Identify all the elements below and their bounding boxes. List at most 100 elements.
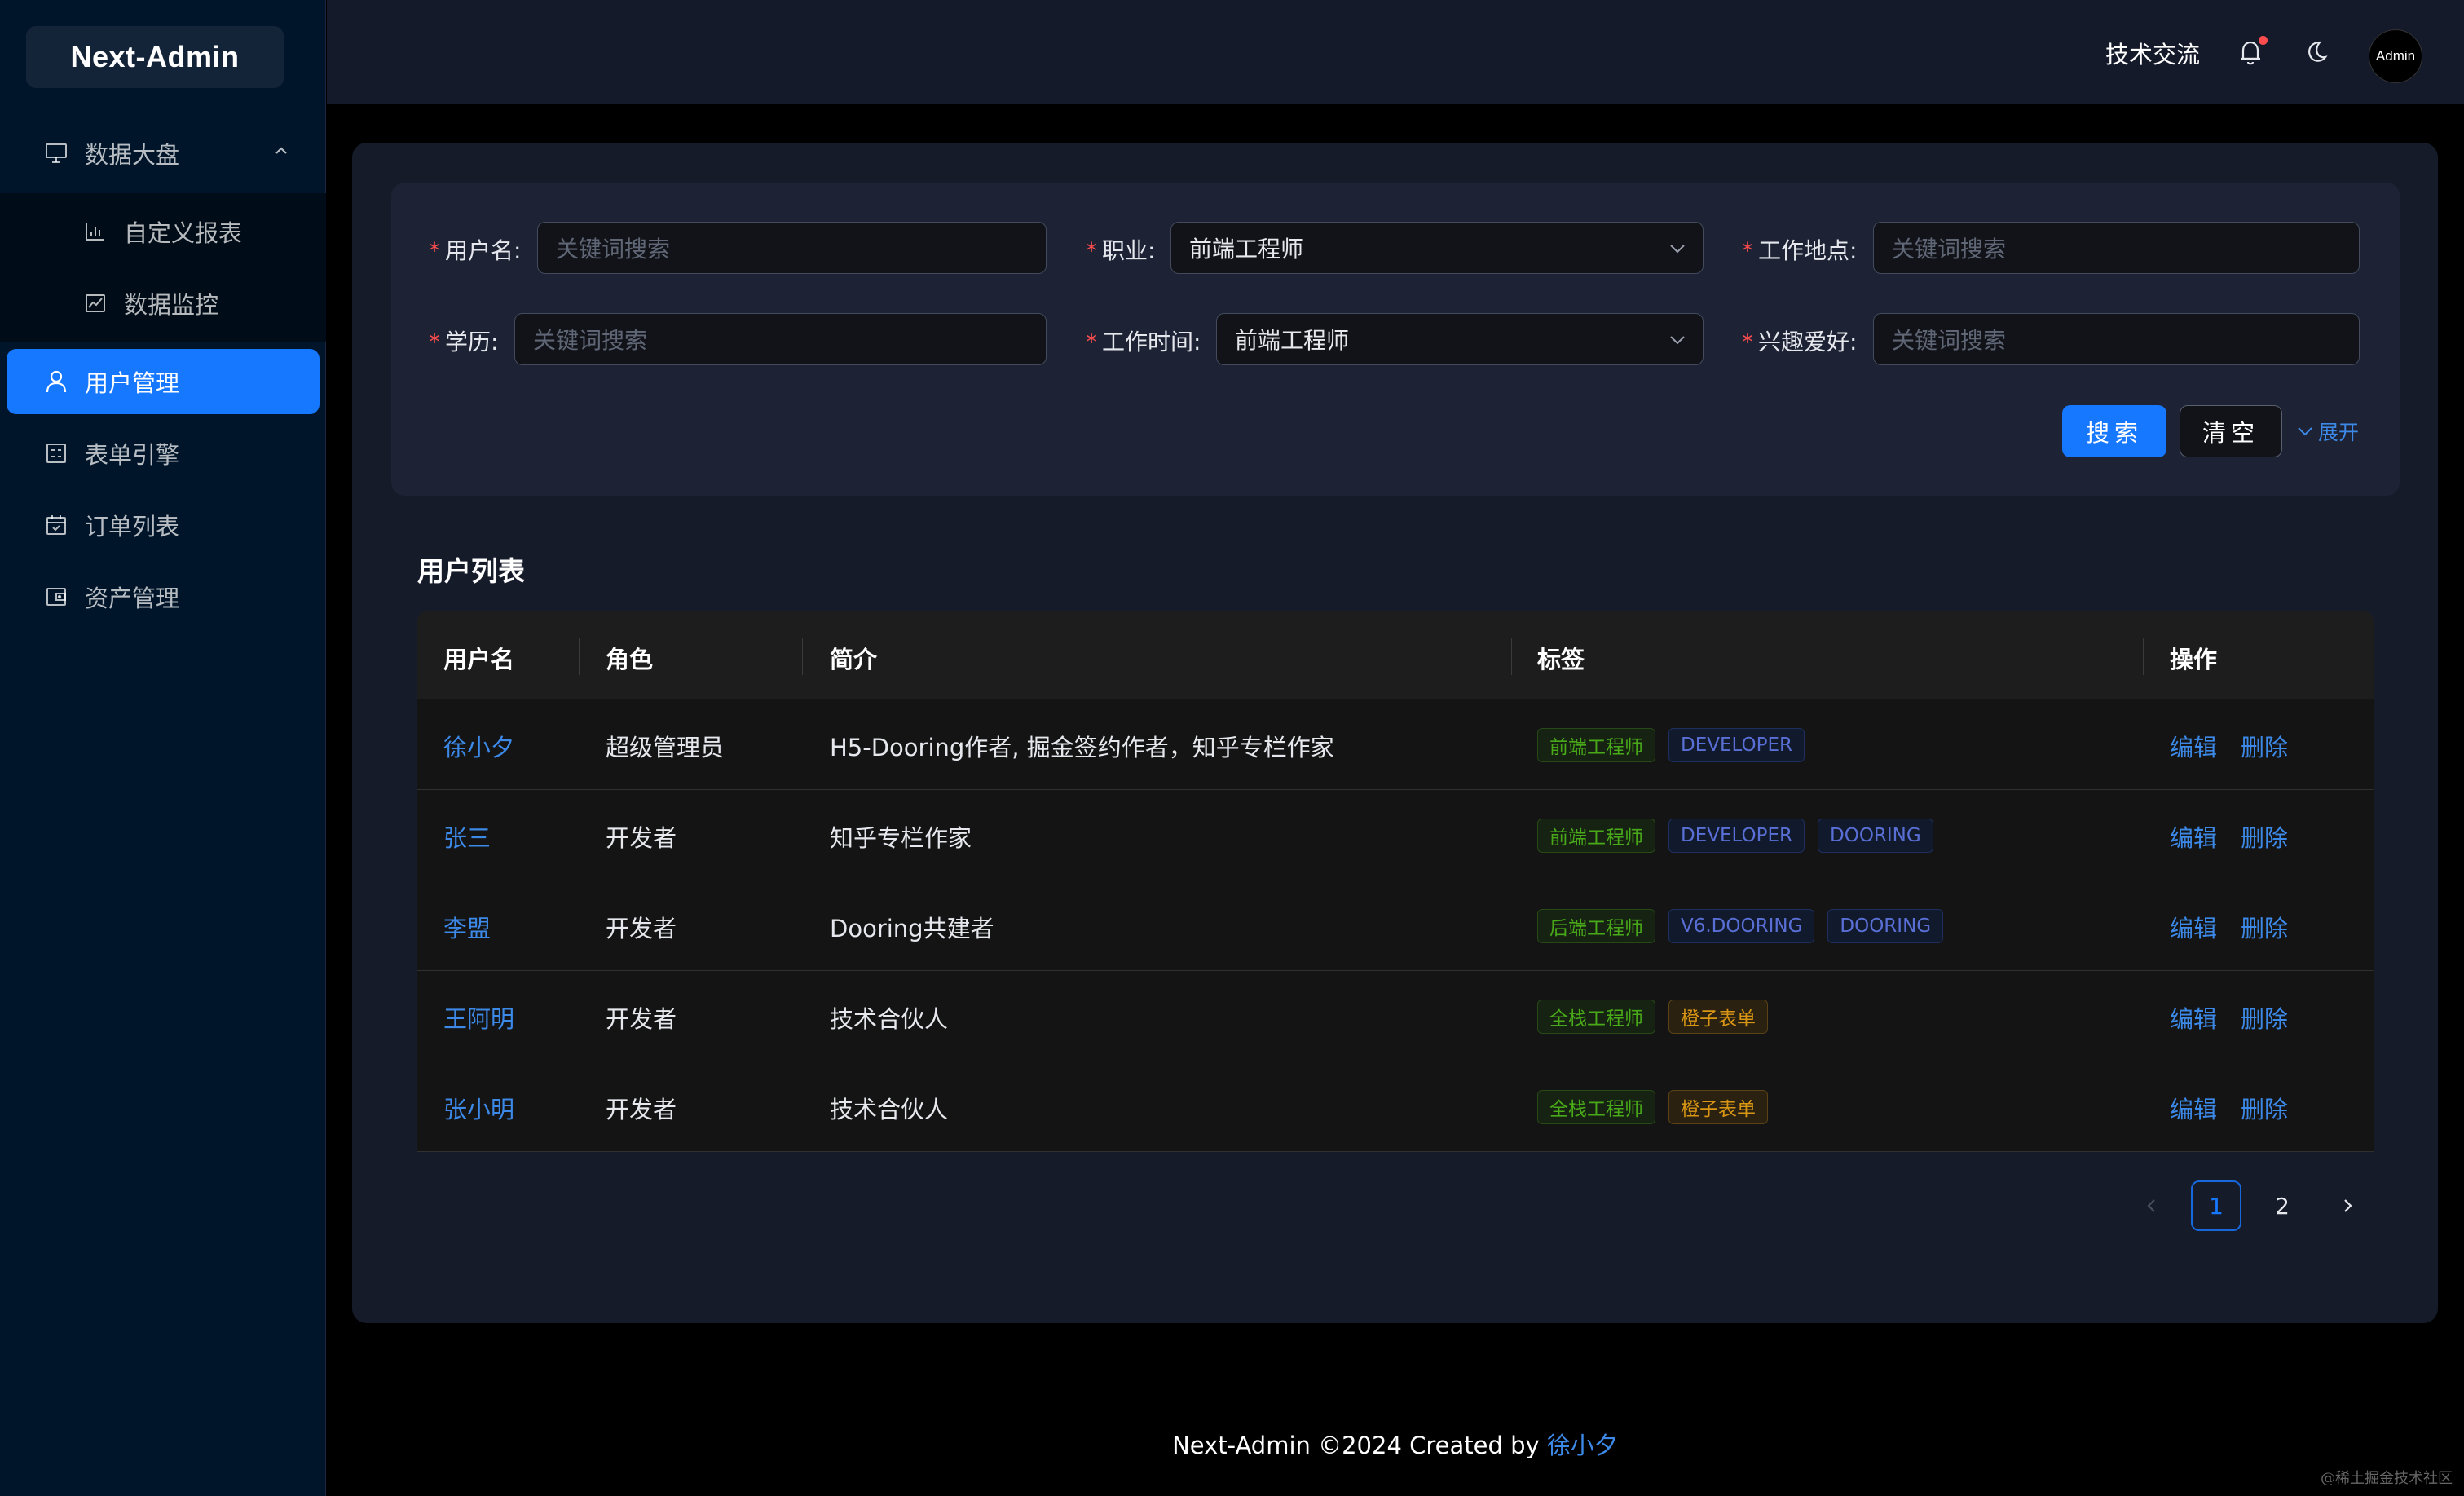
table-row: 张三 开发者 知乎专栏作家 前端工程师 DEVELOPER DOORING 编辑 删除 (417, 790, 2374, 880)
hobby-input[interactable]: 关键词搜索 (1873, 313, 2360, 365)
sidebar-item-label: 数据大盘 (85, 141, 180, 169)
edit-link[interactable]: 编辑 (2170, 729, 2217, 763)
footer: Next-Admin ©2024 Created by 徐小夕 (0, 1427, 2464, 1461)
education-input[interactable]: 关键词搜索 (514, 313, 1047, 365)
delete-link[interactable]: 删除 (2241, 819, 2288, 854)
delete-link[interactable]: 删除 (2241, 1000, 2288, 1035)
education-label: * 学历: (429, 329, 499, 355)
intro-cell: Dooring共建者 (830, 915, 994, 942)
user-icon (44, 369, 68, 394)
delete-link[interactable]: 删除 (2241, 1091, 2288, 1125)
watermark: @稀土掘金技术社区 (2321, 1470, 2453, 1487)
clear-button[interactable]: 清空 (2180, 405, 2282, 457)
table-row: 李盟 开发者 Dooring共建者 后端工程师 V6.DOORING DOORING 编辑删… (417, 880, 2374, 971)
sidebar-item-dashboard[interactable]: 数据大盘 (0, 121, 326, 186)
sidebar-item-label: 订单列表 (85, 513, 180, 541)
app-logo[interactable]: Next-Admin (26, 26, 284, 88)
work-time-label: * 工作时间: (1086, 329, 1201, 355)
line-chart-icon (83, 291, 108, 316)
tag-list: 前端工程师 DEVELOPER (1537, 728, 1805, 762)
delete-link[interactable]: 删除 (2241, 729, 2288, 763)
table-header: 用户名 角色 简介 标签 操作 (417, 611, 2374, 699)
search-button[interactable]: 搜索 (2062, 405, 2166, 457)
sidebar-item-monitor[interactable]: 数据监控 (0, 271, 326, 336)
job-label: * 职业: (1086, 237, 1156, 264)
sidebar-item-users[interactable]: 用户管理 (7, 349, 320, 414)
tag-list: 全栈工程师 橙子表单 (1537, 1000, 1768, 1034)
tag: 全栈工程师 (1537, 1090, 1655, 1124)
tag: 后端工程师 (1537, 909, 1655, 943)
intro-cell: 技术合伙人 (830, 1096, 949, 1123)
delete-link[interactable]: 删除 (2241, 910, 2288, 944)
sidebar-item-orders[interactable]: 订单列表 (0, 492, 326, 558)
table-row: 徐小夕 超级管理员 H5-Dooring作者, 掘金签约作者，知乎专栏作家 前端工程师… (417, 699, 2374, 790)
location-input[interactable]: 关键词搜索 (1873, 222, 2360, 274)
sidebar-item-label: 表单引擎 (85, 441, 180, 469)
sidebar-item-custom-report[interactable]: 自定义报表 (0, 199, 326, 264)
tag: 前端工程师 (1537, 819, 1655, 853)
tag: 橙子表单 (1668, 1000, 1768, 1034)
calendar-icon (44, 513, 68, 537)
edit-link[interactable]: 编辑 (2170, 1091, 2217, 1125)
col-divider (2143, 638, 2144, 675)
username-label: * 用户名: (429, 237, 522, 264)
col-intro: 简介 (830, 646, 878, 673)
sidebar-item-form-engine[interactable]: 表单引擎 (0, 421, 326, 486)
moon-icon[interactable] (2303, 39, 2328, 65)
avatar[interactable]: Admin (2369, 29, 2422, 83)
tag: 橙子表单 (1668, 1090, 1768, 1124)
expand-toggle[interactable]: 展开 (2297, 417, 2359, 446)
role-cell: 开发者 (606, 824, 677, 852)
edit-link[interactable]: 编辑 (2170, 1000, 2217, 1035)
chevron-down-icon (1668, 241, 1686, 257)
role-cell: 开发者 (606, 1005, 677, 1033)
tag: V6.DOORING (1668, 909, 1815, 943)
role-cell: 开发者 (606, 1096, 677, 1123)
prev-page-button[interactable] (2127, 1180, 2177, 1231)
tag: DOORING (1827, 909, 1944, 943)
edit-link[interactable]: 编辑 (2170, 910, 2217, 944)
work-time-select[interactable]: 前端工程师 (1216, 313, 1704, 365)
username-input[interactable]: 关键词搜索 (537, 222, 1047, 274)
tag: DOORING (1818, 819, 1933, 853)
footer-text: Next-Admin ©2024 Created by (1172, 1432, 1547, 1459)
intro-cell: 知乎专栏作家 (830, 824, 972, 852)
user-name-link[interactable]: 徐小夕 (443, 729, 514, 763)
sidebar-item-assets[interactable]: 资产管理 (0, 564, 326, 629)
tag-list: 后端工程师 V6.DOORING DOORING (1537, 909, 1944, 943)
footer-author-link[interactable]: 徐小夕 (1547, 1432, 1618, 1459)
user-name-link[interactable]: 张三 (443, 819, 491, 854)
job-select-value: 前端工程师 (1189, 236, 1304, 263)
chevron-down-icon (2297, 425, 2313, 438)
col-divider (802, 638, 803, 675)
form-icon (44, 441, 68, 466)
sidebar-item-label: 资产管理 (85, 585, 180, 612)
col-username: 用户名 (443, 646, 515, 673)
tag: 前端工程师 (1537, 728, 1655, 762)
tag-list: 全栈工程师 橙子表单 (1537, 1090, 1768, 1124)
sidebar-item-label: 自定义报表 (124, 219, 243, 247)
col-role: 角色 (606, 646, 654, 673)
edit-link[interactable]: 编辑 (2170, 819, 2217, 854)
table-row: 张小明 开发者 技术合伙人 全栈工程师 橙子表单 编辑 删除 (417, 1061, 2374, 1152)
location-label: * 工作地点: (1742, 237, 1858, 264)
table-row: 王阿明 开发者 技术合伙人 全栈工程师 橙子表单 编辑 删除 (417, 971, 2374, 1061)
section-title: 用户列表 (417, 555, 525, 587)
notification-dot (2259, 36, 2268, 45)
tag: DEVELOPER (1668, 728, 1805, 762)
sidebar: Next-Admin 数据大盘 自定义报表 数据监控 用户管理 表单引擎 订单列… (0, 0, 326, 1496)
col-tags: 标签 (1537, 646, 1585, 673)
job-select[interactable]: 前端工程师 (1170, 222, 1704, 274)
monitor-icon (44, 141, 68, 165)
role-cell: 开发者 (606, 915, 677, 942)
next-page-button[interactable] (2322, 1180, 2373, 1231)
tag-list: 前端工程师 DEVELOPER DOORING (1537, 819, 1933, 853)
user-name-link[interactable]: 王阿明 (443, 1000, 514, 1035)
sidebar-item-label: 数据监控 (124, 291, 219, 319)
intro-cell: H5-Dooring作者, 掘金签约作者，知乎专栏作家 (830, 734, 1334, 761)
tech-exchange-link[interactable]: 技术交流 (2105, 36, 2200, 70)
page-2-button[interactable]: 2 (2257, 1180, 2308, 1231)
user-name-link[interactable]: 张小明 (443, 1091, 514, 1125)
page-1-button[interactable]: 1 (2191, 1180, 2241, 1231)
user-name-link[interactable]: 李盟 (443, 910, 491, 944)
